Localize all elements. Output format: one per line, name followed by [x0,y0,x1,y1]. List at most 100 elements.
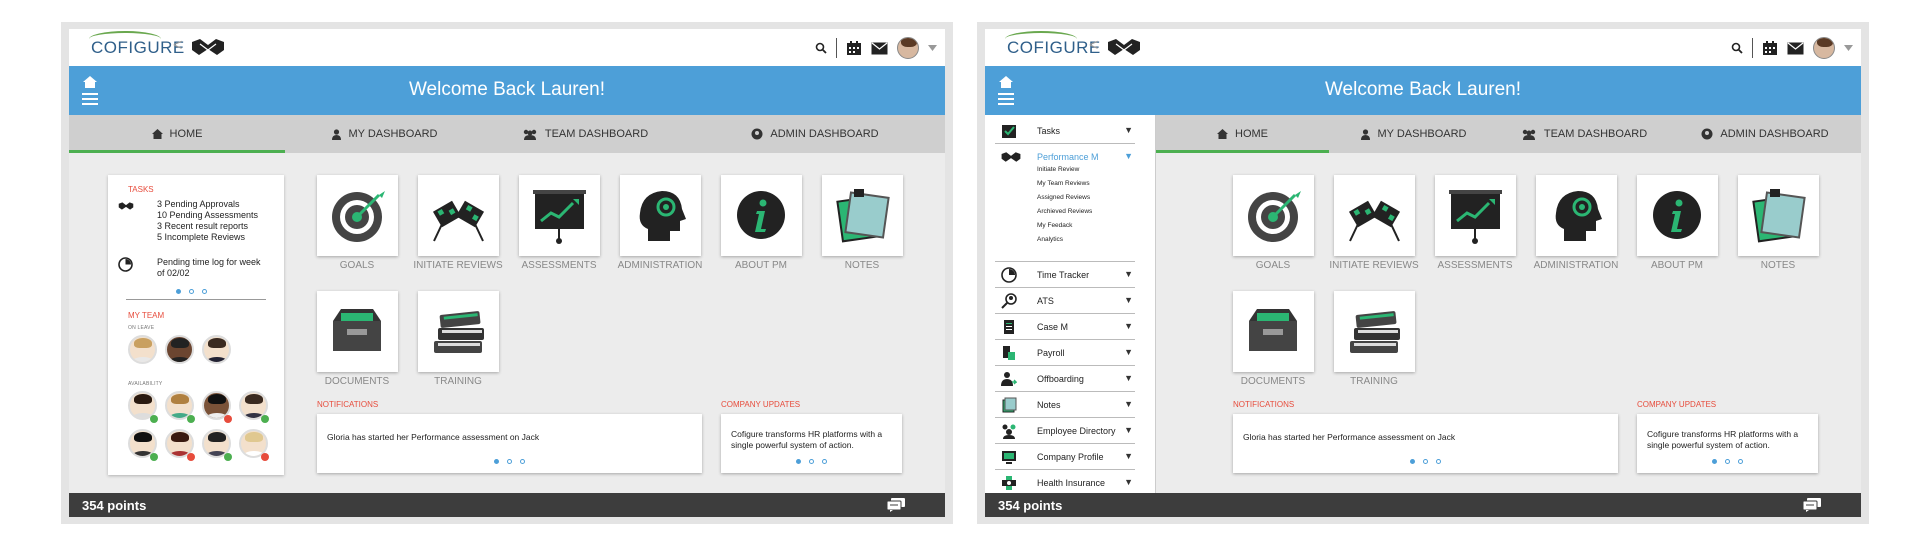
sidebar-item-label: Employee Directory [1037,426,1116,436]
tab-team-dashboard[interactable]: TEAM DASHBOARD [1499,115,1669,153]
administration-tile[interactable] [1536,175,1617,256]
recent-result-reports[interactable]: 3 Recent result reports [157,221,248,232]
sidebar-item-notes[interactable]: Notes ▼ [995,392,1135,418]
company-pager[interactable] [796,459,827,464]
team-member-avatar[interactable] [202,335,231,364]
tasks-pager[interactable] [176,289,207,294]
company-pager[interactable] [1712,459,1743,464]
pager-dot[interactable] [189,289,194,294]
pager-dot[interactable] [1423,459,1428,464]
pending-approvals[interactable]: 3 Pending Approvals [157,199,240,210]
handshake-icon[interactable] [1107,36,1141,58]
calendar-icon[interactable] [1762,40,1778,56]
sidebar-item-case-m[interactable]: Case M ▼ [995,314,1135,340]
tab-admin-dashboard-label: ADMIN DASHBOARD [1720,128,1829,140]
toolbar-divider [1752,38,1753,58]
pager-dot[interactable] [809,459,814,464]
user-avatar[interactable] [1813,37,1835,59]
documents-tile[interactable] [1233,291,1314,372]
notifications-card[interactable]: Gloria has started her Performance asses… [317,414,702,473]
chat-icon[interactable] [1803,498,1821,512]
pager-dot[interactable] [520,459,525,464]
chevron-down-icon: ▼ [1124,321,1133,331]
company-updates-card[interactable]: Cofigure transforms HR platforms with a … [721,414,902,473]
sub-initiate-review[interactable]: Initiate Review [1037,166,1079,173]
back-chevron-icon[interactable]: < [1089,37,1098,55]
pager-dot[interactable] [507,459,512,464]
cofigure-logo[interactable]: COFIGURE [1005,31,1101,58]
notifications-card[interactable]: Gloria has started her Performance asses… [1233,414,1618,473]
training-tile[interactable] [418,291,499,372]
about-pm-tile[interactable] [1637,175,1718,256]
search-icon[interactable] [1731,42,1743,54]
sidebar-item-payroll[interactable]: Payroll ▼ [995,340,1135,366]
notifications-pager[interactable] [1410,459,1441,464]
mail-icon[interactable] [871,42,888,55]
sub-assigned-reviews[interactable]: Assigned Reviews [1037,194,1090,201]
administration-tile[interactable] [620,175,701,256]
tab-my-dashboard[interactable]: MY DASHBOARD [285,115,485,153]
assessments-tile[interactable] [1435,175,1516,256]
sidebar-item-company-profile[interactable]: Company Profile ▼ [995,444,1135,470]
search-icon[interactable] [815,42,827,54]
sub-archived-reviews[interactable]: Archieved Reviews [1037,208,1092,215]
pager-dot[interactable] [1410,459,1415,464]
team-member-avatar[interactable] [165,335,194,364]
sidebar-item-employee-directory[interactable]: Employee Directory ▼ [995,418,1135,444]
mail-icon[interactable] [1787,42,1804,55]
chevron-down-icon[interactable] [928,45,937,51]
sub-analytics[interactable]: Analytics [1037,236,1063,243]
assessments-tile[interactable] [519,175,600,256]
user-avatar[interactable] [897,37,919,59]
sidebar-item-performance[interactable]: Performance M ▼ Initiate Review My Team R… [995,144,1135,262]
calendar-icon[interactable] [846,40,862,56]
info-icon [737,191,785,239]
tab-admin-dashboard[interactable]: ADMIN DASHBOARD [1669,115,1861,153]
tab-team-dashboard[interactable]: TEAM DASHBOARD [485,115,685,153]
notes-tile[interactable] [1738,175,1819,256]
sidebar-item-tasks[interactable]: Tasks ▼ [995,118,1135,144]
tab-my-dashboard[interactable]: MY DASHBOARD [1329,115,1499,153]
handshake-icon[interactable] [191,36,225,58]
goals-tile[interactable] [317,175,398,256]
group-icon [523,129,537,140]
chat-icon[interactable] [887,498,905,512]
back-chevron-icon[interactable]: < [173,37,182,55]
availability-label: AVAILABILITY [128,381,163,387]
training-tile[interactable] [1334,291,1415,372]
group-icon [1522,129,1536,140]
team-member-avatar[interactable] [128,335,157,364]
pager-dot[interactable] [1712,459,1717,464]
notifications-pager[interactable] [494,459,525,464]
pager-dot[interactable] [176,289,181,294]
sub-my-feedback[interactable]: My Feedack [1037,222,1072,229]
notes-tile[interactable] [822,175,903,256]
pager-dot[interactable] [202,289,207,294]
pager-dot[interactable] [822,459,827,464]
tab-home[interactable]: HOME [69,115,285,153]
pager-dot[interactable] [494,459,499,464]
chevron-down-icon[interactable] [1844,45,1853,51]
sidebar-item-offboarding[interactable]: Offboarding ▼ [995,366,1135,392]
pager-dot[interactable] [1738,459,1743,464]
time-log-line1[interactable]: Pending time log for week [157,257,261,268]
pending-assessments[interactable]: 10 Pending Assessments [157,210,258,221]
sidebar-item-time-tracker[interactable]: Time Tracker ▼ [995,262,1135,288]
initiate-reviews-tile[interactable] [418,175,499,256]
pager-dot[interactable] [796,459,801,464]
documents-tile[interactable] [317,291,398,372]
incomplete-reviews[interactable]: 5 Incomplete Reviews [157,232,245,243]
initiate-reviews-tile[interactable] [1334,175,1415,256]
tab-admin-dashboard[interactable]: ADMIN DASHBOARD [685,115,945,153]
sub-my-team-reviews[interactable]: My Team Reviews [1037,180,1090,187]
tab-home[interactable]: HOME [1156,115,1329,153]
goals-tile[interactable] [1233,175,1314,256]
pager-dot[interactable] [1725,459,1730,464]
cofigure-logo[interactable]: COFIGURE [89,31,185,58]
about-pm-tile[interactable] [721,175,802,256]
company-updates-card[interactable]: Cofigure transforms HR platforms with a … [1637,414,1818,473]
pager-dot[interactable] [1436,459,1441,464]
sidebar-item-ats[interactable]: ATS ▼ [995,288,1135,314]
tab-admin-dashboard-label: ADMIN DASHBOARD [770,128,879,140]
tasks-label: TASKS [128,185,154,194]
